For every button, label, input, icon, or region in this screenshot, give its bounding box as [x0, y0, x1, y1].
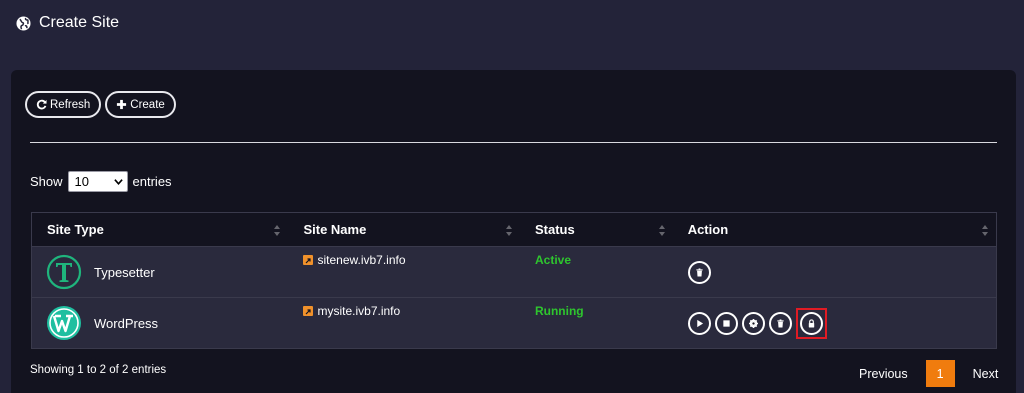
lock-button[interactable]: [799, 311, 823, 335]
action-cell: [673, 298, 996, 348]
create-label: Create: [130, 98, 165, 111]
external-link-icon: [303, 255, 314, 265]
chevron-down-icon: [113, 179, 123, 185]
site-name-cell: mysite.ivb7.info: [288, 298, 520, 348]
sites-table: Site Type Site Name Status Action Typese…: [31, 212, 997, 349]
pagination: Previous 1 Next: [849, 360, 1008, 387]
show-label: Show: [30, 174, 63, 189]
entries-label: entries: [132, 174, 172, 189]
site-type-label: Typesetter: [94, 264, 155, 280]
external-link-icon: [303, 306, 314, 316]
gear-icon: [748, 318, 758, 328]
page-header: Create Site: [16, 14, 119, 32]
plus-icon: [117, 99, 127, 110]
status-text: Active: [534, 253, 572, 267]
refresh-button[interactable]: Refresh: [25, 91, 102, 118]
column-header-site-name[interactable]: Site Name: [288, 213, 520, 246]
site-type-label: WordPress: [94, 315, 159, 331]
refresh-icon: [36, 99, 47, 110]
site-name-link[interactable]: sitenew.ivb7.info: [317, 253, 405, 267]
table-header: Site Type Site Name Status Action: [31, 212, 997, 247]
table-row: Typesetter sitenew.ivb7.info Active: [31, 247, 997, 298]
entries-select[interactable]: 10: [67, 171, 128, 192]
column-label: Site Name: [303, 222, 367, 237]
highlight-box: [795, 307, 827, 339]
table-row: WordPress mysite.ivb7.info Running: [31, 298, 997, 349]
next-button[interactable]: Next: [963, 367, 1009, 381]
typesetter-logo-icon: [46, 254, 82, 290]
settings-button[interactable]: [741, 311, 765, 335]
stop-icon: [723, 319, 730, 327]
sort-icon: [274, 225, 281, 236]
column-header-site-type[interactable]: Site Type: [32, 213, 288, 246]
page-title: Create Site: [39, 14, 120, 31]
action-cell: [673, 247, 996, 297]
toolbar: Refresh Create: [25, 91, 176, 118]
refresh-label: Refresh: [50, 98, 91, 111]
column-label: Action: [687, 222, 729, 237]
lock-icon: [808, 318, 814, 328]
start-button[interactable]: [687, 311, 711, 335]
column-label: Site Type: [47, 222, 104, 237]
column-header-action[interactable]: Action: [673, 213, 996, 246]
column-label: Status: [534, 222, 575, 237]
sort-icon: [982, 225, 988, 236]
site-type-cell: Typesetter: [32, 247, 288, 297]
globe-icon: [16, 15, 31, 31]
divider: [30, 142, 997, 143]
delete-button[interactable]: [768, 311, 792, 335]
play-icon: [696, 319, 703, 327]
trash-icon: [696, 267, 703, 277]
previous-button[interactable]: Previous: [849, 367, 918, 381]
page-1-button[interactable]: 1: [925, 360, 955, 387]
sort-icon: [505, 225, 512, 236]
wordpress-logo-icon: [47, 306, 81, 340]
main-panel: Refresh Create Show 10 entries Site Type…: [11, 70, 1016, 393]
trash-icon: [777, 318, 784, 328]
status-text: Running: [534, 304, 584, 318]
site-type-cell: WordPress: [32, 298, 288, 348]
site-name-cell: sitenew.ivb7.info: [288, 247, 520, 297]
create-button[interactable]: Create: [105, 91, 176, 118]
table-info: Showing 1 to 2 of 2 entries: [30, 364, 167, 376]
entries-length: Show 10 entries: [30, 171, 172, 192]
column-header-status[interactable]: Status: [520, 213, 673, 246]
sort-icon: [658, 225, 665, 236]
delete-button[interactable]: [687, 260, 711, 284]
entries-select-value: 10: [74, 174, 89, 189]
stop-button[interactable]: [714, 311, 738, 335]
site-name-link[interactable]: mysite.ivb7.info: [317, 304, 400, 318]
